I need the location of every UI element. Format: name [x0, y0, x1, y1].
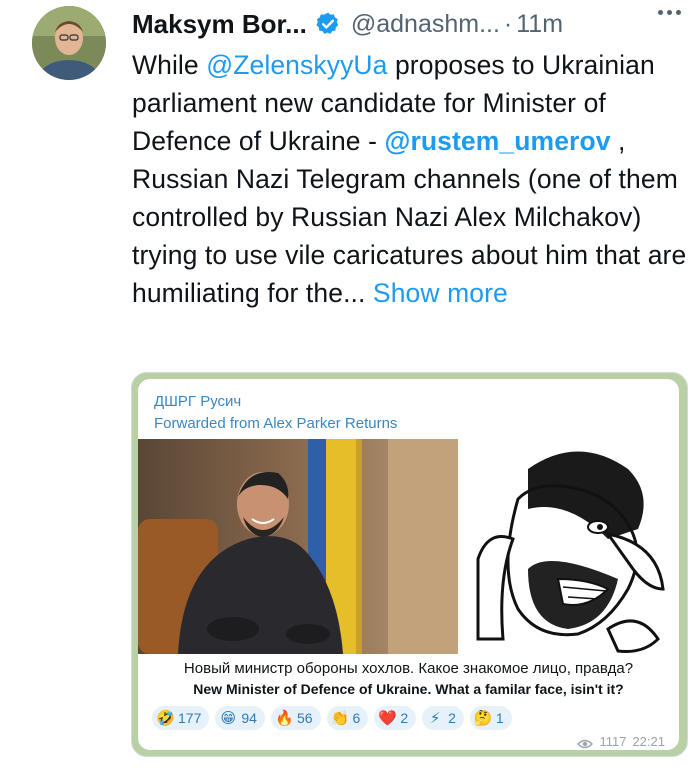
reaction-count: 177: [178, 710, 202, 726]
caption-english: New Minister of Defence of Ukraine. What…: [193, 681, 624, 697]
reaction-rofl: 🤣 177: [152, 706, 210, 730]
view-count: 1117: [599, 734, 627, 749]
reaction-fire: 🔥 56: [270, 706, 321, 730]
more-options-icon[interactable]: [658, 10, 681, 15]
caption-russian: Новый министр обороны хохлов. Какое знак…: [183, 660, 634, 677]
eye-icon: [577, 737, 594, 748]
message-time: 22:21: [632, 734, 665, 749]
author-handle[interactable]: @adnashm...: [351, 10, 500, 39]
caricature-image: [458, 439, 679, 654]
reaction-thinking: 🤔 1: [469, 706, 512, 730]
lightning-emoji-icon: ⚡: [429, 710, 441, 727]
reaction-count: 1: [495, 710, 504, 726]
reaction-grin: 😁 94: [215, 706, 265, 730]
verified-badge-icon: [315, 11, 341, 37]
thinking-emoji-icon: 🤔: [473, 710, 493, 727]
tweet-timestamp[interactable]: 11m: [516, 10, 563, 39]
reaction-count: 6: [352, 710, 361, 726]
rofl-emoji-icon: 🤣: [156, 710, 175, 727]
reactions-bar: 🤣 177 😁 94 🔥 56 👏 6 ❤️ 2 ⚡ 2 🤔 1: [152, 706, 512, 730]
show-more-link[interactable]: Show more: [373, 278, 508, 308]
reaction-count: 2: [400, 710, 409, 726]
author-avatar[interactable]: [32, 6, 106, 80]
mention-link[interactable]: @rustem_umerov: [385, 126, 611, 156]
tweet-text-part: While: [132, 50, 207, 80]
reaction-clap: 👏 6: [326, 706, 369, 730]
reaction-count: 94: [241, 710, 257, 726]
reaction-count: 56: [296, 710, 313, 726]
reaction-count: 2: [448, 710, 456, 726]
fire-emoji-icon: 🔥: [274, 710, 294, 727]
author-name[interactable]: Maksym Bor...: [132, 9, 307, 40]
telegram-forwarded-from: Forwarded from Alex Parker Returns: [154, 415, 398, 432]
message-meta: 1117 22:21: [577, 734, 665, 749]
telegram-message-card: ДШРГ Русич Forwarded from Alex Parker Re…: [138, 379, 679, 750]
tweet-header: Maksym Bor... @adnashm... · 11m: [132, 8, 699, 40]
grin-emoji-icon: 😁: [220, 710, 237, 727]
reaction-lightning: ⚡ 2: [422, 706, 464, 730]
reaction-heart: ❤️ 2: [374, 706, 417, 730]
separator-dot: ·: [503, 9, 513, 38]
photo-image: [138, 439, 458, 654]
heart-emoji-icon: ❤️: [378, 710, 397, 727]
tweet-text: While @ZelenskyyUa proposes to Ukrainian…: [132, 46, 692, 312]
media-image[interactable]: ДШРГ Русич Forwarded from Alex Parker Re…: [131, 372, 688, 757]
clap-emoji-icon: 👏: [330, 710, 350, 727]
mention-link[interactable]: @ZelenskyyUa: [206, 50, 387, 80]
telegram-channel-name: ДШРГ Русич: [154, 393, 242, 410]
